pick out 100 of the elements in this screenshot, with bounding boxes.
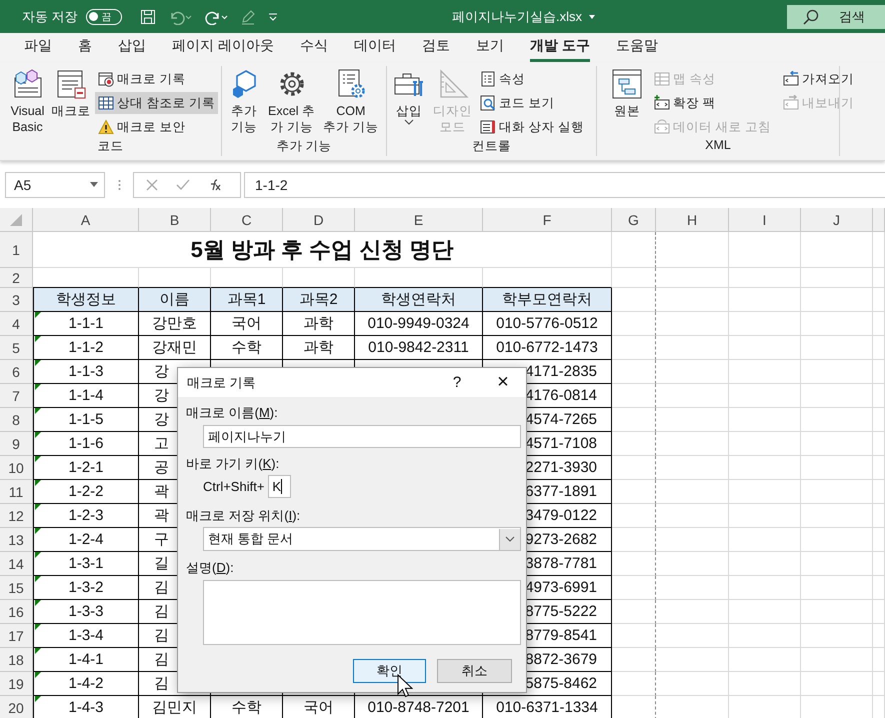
row-header[interactable]: 20	[0, 696, 33, 718]
empty-cell	[801, 288, 873, 312]
ribbon-button[interactable]: 대화 상자 실행	[477, 116, 587, 138]
ribbon-tab[interactable]: 검토	[408, 36, 463, 62]
row-header[interactable]: 18	[0, 648, 33, 672]
column-header[interactable]: J	[801, 208, 873, 232]
empty-cell	[729, 456, 801, 480]
column-header[interactable]: G	[612, 208, 656, 232]
empty-cell	[612, 456, 656, 480]
row-header[interactable]: 12	[0, 504, 33, 528]
ribbon-button[interactable]: 매크로 보안	[95, 116, 218, 138]
dialog-button[interactable]: 취소	[437, 659, 512, 683]
ribbon-tab[interactable]: 데이터	[340, 36, 409, 62]
ribbon-tab[interactable]: 페이지 레이아웃	[159, 36, 287, 62]
store-location-dropdown[interactable]: 현재 통합 문서	[203, 527, 521, 551]
table-cell: 1-3-4	[33, 624, 139, 648]
empty-cell	[612, 552, 656, 576]
name-box[interactable]: A5	[5, 172, 105, 198]
check-icon	[176, 179, 190, 191]
warning-icon	[98, 119, 114, 135]
row-header[interactable]: 9	[0, 432, 33, 456]
ribbon-button[interactable]: 가져오기	[780, 68, 857, 90]
dialog-window-icon	[480, 119, 496, 135]
row-header[interactable]: 5	[0, 336, 33, 360]
row-header[interactable]: 16	[0, 600, 33, 624]
function-icon	[208, 179, 222, 191]
group-label: 추가 기능	[275, 138, 333, 155]
row-header[interactable]: 4	[0, 312, 33, 336]
help-button[interactable]: ?	[434, 368, 480, 397]
macro-sheet-icon	[55, 68, 88, 100]
row-header[interactable]: 6	[0, 360, 33, 384]
ribbon-button[interactable]: 매크로 기록	[95, 68, 218, 90]
empty-cell	[612, 312, 656, 336]
row-header[interactable]: 11	[0, 480, 33, 504]
ribbon-button[interactable]: 매크로	[49, 66, 94, 138]
row-header[interactable]: 14	[0, 552, 33, 576]
column-header[interactable]: E	[355, 208, 483, 232]
row-header[interactable]: 15	[0, 576, 33, 600]
ribbon-tab[interactable]: 도움말	[602, 36, 671, 62]
empty-cell	[873, 576, 885, 600]
empty-cell	[873, 336, 885, 360]
ribbon-button[interactable]: 코드 보기	[477, 92, 587, 114]
table-cell: 010-9949-0324	[355, 312, 483, 336]
row-header[interactable]: 1	[0, 232, 33, 268]
row-header[interactable]: 3	[0, 288, 33, 312]
ribbon-tab[interactable]: 개발 도구	[516, 36, 603, 62]
formula-field[interactable]: 1-1-2	[244, 172, 885, 198]
column-header[interactable]: D	[283, 208, 355, 232]
error-indicator-icon	[35, 696, 41, 702]
error-indicator-icon	[35, 480, 41, 486]
ribbon-button[interactable]: 원본	[609, 66, 645, 138]
empty-cell	[729, 528, 801, 552]
column-header[interactable]: F	[483, 208, 612, 232]
ribbon-tab[interactable]: 수식	[286, 36, 341, 62]
refresh-icon	[654, 119, 670, 135]
ribbon-tab[interactable]: 파일	[11, 36, 65, 62]
package-icon	[654, 95, 670, 111]
ribbon-button[interactable]: Excel 추 가 기능	[265, 66, 318, 138]
ribbon-tab[interactable]: 삽입	[105, 36, 159, 62]
column-header[interactable]: H	[656, 208, 729, 232]
ribbon-button[interactable]: COM 추가 기능	[320, 66, 382, 138]
shortcut-key-field[interactable]: K	[268, 475, 292, 498]
header-cell: 과목1	[211, 288, 283, 312]
row-header[interactable]: 17	[0, 624, 33, 648]
column-header[interactable]	[873, 208, 885, 232]
row-header[interactable]: 13	[0, 528, 33, 552]
autosave-toggle[interactable]: 끔	[86, 8, 122, 24]
description-field[interactable]	[203, 580, 521, 645]
table-cell: 010-5776-0512	[483, 312, 612, 336]
empty-cell	[801, 480, 873, 504]
row-header[interactable]: 10	[0, 456, 33, 480]
ribbon-button[interactable]: 삽입	[390, 66, 428, 138]
empty-cell	[801, 456, 873, 480]
ribbon-tab[interactable]: 보기	[462, 36, 517, 62]
empty-cell	[729, 408, 801, 432]
ribbon-button[interactable]: 상대 참조로 기록	[95, 92, 218, 114]
empty-cell	[801, 576, 873, 600]
empty-cell	[612, 576, 656, 600]
empty-cell	[801, 648, 873, 672]
empty-cell	[729, 600, 801, 624]
macro-name-field[interactable]: 페이지나누기	[203, 425, 521, 448]
row-header[interactable]: 8	[0, 408, 33, 432]
row-header[interactable]: 19	[0, 672, 33, 696]
search-field[interactable]: 검색	[787, 4, 885, 28]
column-header[interactable]: A	[33, 208, 139, 232]
column-header[interactable]: C	[211, 208, 283, 232]
row-header[interactable]: 7	[0, 384, 33, 408]
column-header[interactable]: I	[729, 208, 801, 232]
ribbon-tab[interactable]: 홈	[65, 36, 105, 62]
table-cell: 010-6371-1334	[483, 696, 612, 718]
ribbon-button[interactable]: 확장 팩	[651, 92, 774, 114]
ribbon-button[interactable]: 추가 기능	[225, 66, 263, 138]
ribbon-button[interactable]: Visual Basic	[8, 66, 47, 138]
row-header[interactable]: 2	[0, 268, 33, 288]
grip-icon	[118, 179, 120, 191]
autosave-label: 자동 저장	[22, 8, 78, 26]
column-header[interactable]: B	[139, 208, 211, 232]
dialog-button[interactable]: 확인	[353, 659, 426, 683]
ribbon-button[interactable]: 속성	[477, 68, 587, 90]
export-icon	[782, 95, 799, 111]
